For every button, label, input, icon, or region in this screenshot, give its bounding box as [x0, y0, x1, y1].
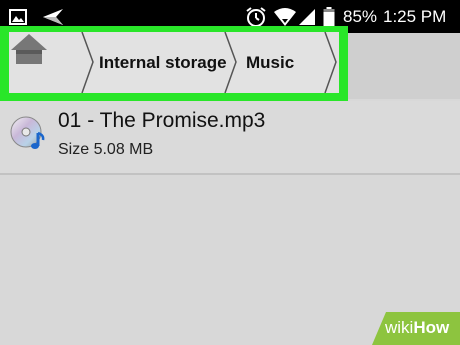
- breadcrumb: Internal storage Music: [9, 32, 339, 93]
- file-size: Size 5.08 MB: [58, 141, 154, 158]
- breadcrumb-item-music[interactable]: Music: [246, 32, 294, 93]
- music-disc-icon: [8, 115, 48, 160]
- divider: [0, 173, 460, 175]
- home-icon: [11, 34, 47, 64]
- battery-percent: 85%: [343, 6, 378, 26]
- status-time: 1:25 PM: [383, 6, 447, 26]
- breadcrumb-item-internal-storage[interactable]: Internal storage: [99, 32, 227, 93]
- file-name: 01 - The Promise.mp3: [58, 109, 266, 132]
- breadcrumb-home[interactable]: [9, 32, 81, 93]
- wikihow-logo: wikiHow: [385, 318, 450, 337]
